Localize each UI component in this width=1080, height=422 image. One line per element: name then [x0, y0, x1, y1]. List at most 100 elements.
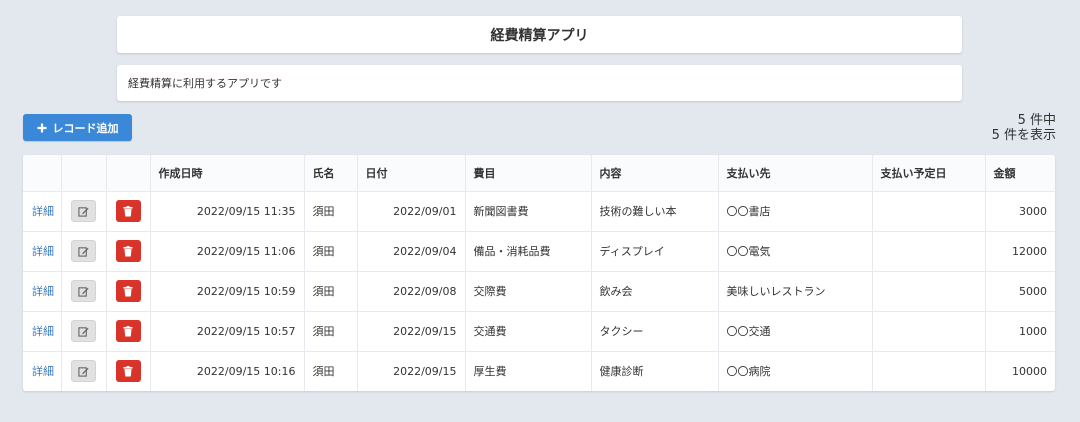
trash-icon [123, 205, 133, 216]
pencil-icon [78, 326, 89, 337]
date-cell: 2022/09/04 [357, 231, 466, 272]
created-cell: 2022/09/15 10:57 [150, 311, 305, 352]
trash-icon [123, 285, 133, 296]
table-row: 詳細 2022/09/15 10:16 須田 2022/09/15 厚生費 健康… [23, 351, 1055, 391]
amount-cell: 3000 [985, 191, 1055, 232]
payee-cell: 〇〇電気 [718, 231, 873, 272]
name-cell: 須田 [304, 271, 358, 312]
category-cell: 備品・消耗品費 [465, 231, 592, 272]
table-row: 詳細 2022/09/15 11:06 須田 2022/09/04 備品・消耗品… [23, 231, 1055, 272]
column-header [106, 155, 151, 192]
detail-link[interactable]: 詳細 [23, 311, 62, 352]
page-title: 経費精算アプリ [490, 27, 589, 44]
edit-button[interactable] [71, 280, 96, 302]
category-cell: 交通費 [465, 311, 592, 352]
due-date-cell [872, 351, 986, 391]
table-row: 詳細 2022/09/15 11:35 須田 2022/09/01 新聞図書費 … [23, 191, 1055, 232]
content-cell: ディスプレイ [591, 231, 719, 272]
records-table: 作成日時 氏名 日付 費目 内容 支払い先 支払い予定日 金額 詳細 2022/… [23, 155, 1055, 391]
add-record-label: レコード追加 [52, 121, 119, 135]
record-count: 5 件中 5 件を表示 [992, 113, 1056, 143]
content-cell: 健康診断 [591, 351, 719, 391]
column-header [23, 155, 62, 192]
delete-button[interactable] [115, 360, 141, 383]
due-date-cell [872, 231, 986, 272]
delete-cell [106, 231, 151, 272]
record-count-shown: 5 件を表示 [991, 128, 1056, 143]
created-cell: 2022/09/15 10:16 [150, 351, 305, 391]
date-cell: 2022/09/15 [357, 351, 466, 391]
payee-cell: 〇〇病院 [718, 351, 873, 391]
category-cell: 新聞図書費 [465, 191, 592, 232]
content-cell: 技術の難しい本 [591, 191, 719, 232]
edit-button[interactable] [71, 360, 96, 383]
payee-cell: 美味しいレストラン [718, 271, 873, 312]
created-cell: 2022/09/15 11:35 [150, 191, 305, 232]
due-date-cell [872, 271, 986, 312]
app-header: 経費精算アプリ [117, 16, 962, 53]
category-cell: 交際費 [465, 271, 592, 312]
payee-cell: 〇〇書店 [718, 191, 873, 232]
amount-cell: 1000 [985, 311, 1055, 352]
content-cell: 飲み会 [591, 271, 719, 312]
detail-link[interactable]: 詳細 [23, 271, 62, 312]
add-record-button[interactable]: レコード追加 [23, 114, 132, 141]
pencil-icon [78, 367, 89, 377]
table-row: 詳細 2022/09/15 10:57 須田 2022/09/15 交通費 タク… [23, 311, 1055, 352]
column-header-due[interactable]: 支払い予定日 [872, 155, 986, 192]
trash-icon [123, 325, 133, 336]
edit-button[interactable] [71, 320, 96, 342]
edit-cell [61, 311, 107, 352]
detail-link[interactable]: 詳細 [23, 231, 62, 272]
delete-cell [106, 191, 151, 232]
column-header-payee[interactable]: 支払い先 [718, 155, 873, 192]
payee-cell: 〇〇交通 [718, 311, 873, 352]
amount-cell: 5000 [985, 271, 1055, 312]
pencil-icon [78, 246, 89, 257]
column-header-content[interactable]: 内容 [591, 155, 719, 192]
name-cell: 須田 [304, 191, 358, 232]
pencil-icon [78, 206, 89, 217]
delete-cell [106, 311, 151, 352]
amount-cell: 10000 [1012, 364, 1047, 378]
column-header-category[interactable]: 費目 [465, 155, 592, 192]
name-cell: 須田 [304, 311, 358, 352]
trash-icon [123, 245, 133, 256]
edit-cell [61, 191, 107, 232]
date-cell: 2022/09/08 [357, 271, 466, 312]
trash-icon [123, 365, 133, 377]
edit-button[interactable] [71, 240, 96, 262]
delete-cell [106, 351, 151, 391]
due-date-cell [872, 191, 986, 232]
app-description: 経費精算に利用するアプリです [117, 65, 962, 101]
delete-button[interactable] [115, 320, 141, 342]
created-cell: 2022/09/15 11:06 [150, 231, 305, 272]
column-header-amount[interactable]: 金額 [985, 155, 1055, 192]
delete-button[interactable] [115, 240, 141, 262]
column-header-created[interactable]: 作成日時 [150, 155, 305, 192]
table-row: 詳細 2022/09/15 10:59 須田 2022/09/08 交際費 飲み… [23, 271, 1055, 312]
table-header-row: 作成日時 氏名 日付 費目 内容 支払い先 支払い予定日 金額 [23, 155, 1055, 192]
detail-link[interactable]: 詳細 [23, 191, 62, 232]
description-text: 経費精算に利用するアプリです [128, 77, 282, 90]
pencil-icon [78, 286, 89, 297]
name-cell: 須田 [304, 351, 358, 391]
column-header-name[interactable]: 氏名 [304, 155, 358, 192]
edit-cell [61, 231, 107, 272]
date-cell: 2022/09/15 [357, 311, 466, 352]
edit-button[interactable] [71, 200, 96, 222]
delete-button[interactable] [115, 200, 141, 222]
content-cell: タクシー [591, 311, 719, 352]
category-cell: 厚生費 [465, 351, 592, 391]
created-cell: 2022/09/15 10:59 [150, 271, 305, 312]
name-cell: 須田 [304, 231, 358, 272]
amount-cell: 12000 [985, 231, 1055, 272]
delete-button[interactable] [115, 280, 141, 302]
plus-icon [37, 123, 47, 133]
edit-cell [61, 351, 107, 391]
detail-link[interactable]: 詳細 [23, 351, 62, 391]
column-header [61, 155, 107, 192]
date-cell: 2022/09/01 [357, 191, 466, 232]
record-count-total: 5 件中 [1017, 113, 1056, 128]
column-header-date[interactable]: 日付 [357, 155, 466, 192]
